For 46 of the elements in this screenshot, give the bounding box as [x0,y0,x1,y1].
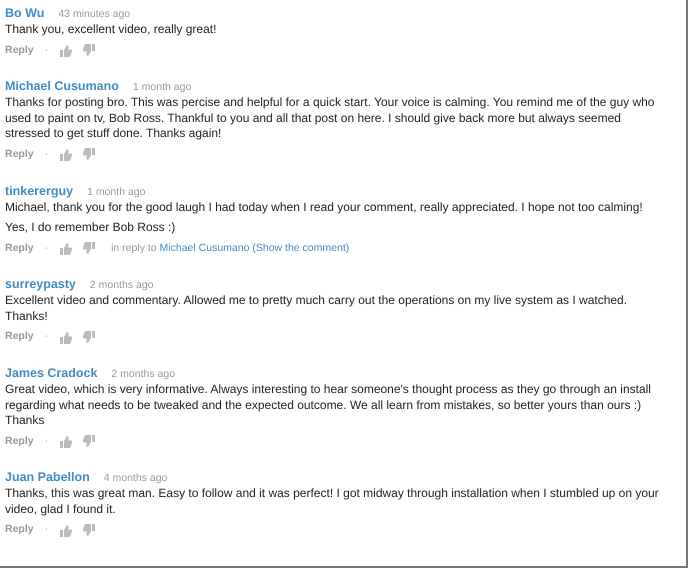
comment-text: Thank you, excellent video, really great! [5,22,218,38]
author-link[interactable]: Bo Wu [5,6,44,20]
separator: · [44,146,48,162]
reply-link[interactable]: Reply [5,329,34,345]
comment-text: Excellent video and commentary. Allowed me to pretty much carry out the operations on my live system as I watched. Thanks! [5,293,628,324]
thumbs-up-icon[interactable] [59,524,72,537]
thumbs-down-icon[interactable] [83,524,96,537]
reply-link[interactable]: Reply [5,240,34,256]
author-link[interactable]: surreypasty [5,277,76,292]
in-reply-label: in reply to [111,242,157,254]
author-link[interactable]: tinkererguy [5,184,74,198]
thumbs-up-icon[interactable] [59,330,72,344]
show-comment-link[interactable]: (Show the comment) [252,242,350,254]
separator: · [44,42,48,58]
thumbs-down-icon[interactable] [83,148,96,162]
timestamp: 4 months ago [104,472,168,484]
thumbs-down-icon[interactable] [83,44,96,57]
thumbs-down-icon[interactable] [83,434,96,448]
comment-text: Yes, I do remember Bob Ross :) [5,220,176,236]
comment-text: Thanks for posting bro. This was percise and helpful for a quick start. Your voice is calming. You remind me of the guy who used to paint on tv, Bob Ross. Thankful to you and all that post on here. I should give back more but always seemed stressed to get stuff done. Thanks again! [5,95,656,142]
reply-link[interactable]: Reply [5,522,34,538]
comment-text: Thanks, this was great man. Easy to follow and it was perfect! I got midway through installation when I stumbled up on your video, glad I found it. [5,486,660,518]
reply-link[interactable]: Reply [5,434,34,450]
thumbs-up-icon[interactable] [59,44,72,57]
separator: · [44,329,48,344]
separator: · [44,434,48,448]
reply-link[interactable]: Reply [5,42,34,58]
timestamp: 1 month ago [132,81,192,94]
author-link[interactable]: James Cradock [5,366,98,380]
author-link[interactable]: Michael Cusumano [160,242,250,254]
timestamp: 2 months ago [90,279,154,292]
thumbs-down-icon[interactable] [83,242,96,255]
separator: · [44,522,48,538]
separator: · [44,240,48,256]
thumbs-up-icon[interactable] [59,242,72,255]
thumbs-down-icon[interactable] [83,330,96,344]
comment-text: Great video, which is very informative. Always interesting to hear someone's thought process as they go through an install regarding what needs to be tweaked and the expected outcome. We all learn from mistakes, so better yours than ours :) Thanks [5,382,652,428]
timestamp: 43 minutes ago [58,8,130,20]
thumbs-up-icon[interactable] [59,148,72,162]
author-link[interactable]: Michael Cusumano [5,79,119,94]
comment-text: Michael, thank you for the good laugh I had today when I read your comment, really appreciated. I hope not too calming! [5,200,644,215]
reply-link[interactable]: Reply [5,146,34,162]
timestamp: 1 month ago [87,186,146,198]
timestamp: 2 months ago [111,368,176,380]
thumbs-up-icon[interactable] [59,434,72,448]
author-link[interactable]: Juan Pabellon [5,470,90,484]
